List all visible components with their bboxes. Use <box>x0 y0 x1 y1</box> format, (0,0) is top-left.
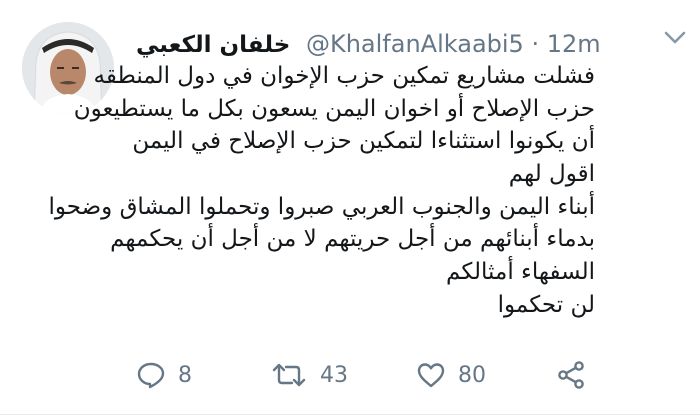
reply-count: 8 <box>178 362 192 388</box>
share-button[interactable] <box>556 357 586 393</box>
reply-icon <box>137 362 165 389</box>
tweet-text-line: لن تحكموا <box>497 291 595 318</box>
separator-dot: · <box>531 30 540 58</box>
tweet-header: خلفان الكعبي @KhalfanAlkaabi5 · 12m <box>136 27 601 61</box>
tweet-text-line: أبناء اليمن والجنوب العربي صبروا وتحملوا… <box>48 193 595 220</box>
share-icon <box>558 361 584 389</box>
tweet-text-line: أن يكونوا استثناءا لتمكين حزب الإصلاح في… <box>132 128 595 155</box>
tweet-text-line: بدماء أبنائهم من أجل حريتهم لا من أجل أن… <box>110 226 595 253</box>
author-name[interactable]: خلفان الكعبي <box>136 32 290 58</box>
divider <box>0 414 700 415</box>
tweet-text-line: اقول لهم <box>508 161 595 188</box>
tweet-timestamp[interactable]: 12m <box>547 30 601 58</box>
reply-button[interactable]: 8 <box>136 357 192 393</box>
tweet-text-line: السفهاء أمثالكم <box>446 259 595 286</box>
author-handle[interactable]: @KhalfanAlkaabi5 <box>306 30 524 58</box>
retweet-button[interactable]: 43 <box>270 357 348 393</box>
tweet-text-line: فشلت مشاريع تمكين حزب الإخوان في دول الم… <box>93 63 595 89</box>
heart-icon <box>417 363 445 388</box>
retweet-icon <box>272 363 306 387</box>
tweet-text-line: حزب الإصلاح أو اخوان اليمن يسعون بكل ما … <box>73 95 595 122</box>
retweet-count: 43 <box>320 362 348 388</box>
tweet-text: فشلت مشاريع تمكين حزب الإخوان في دول الم… <box>48 60 595 322</box>
chevron-down-icon[interactable] <box>664 30 686 46</box>
tweet-actions: 8 43 80 <box>136 357 596 393</box>
like-button[interactable]: 80 <box>416 357 486 393</box>
like-count: 80 <box>458 362 486 388</box>
